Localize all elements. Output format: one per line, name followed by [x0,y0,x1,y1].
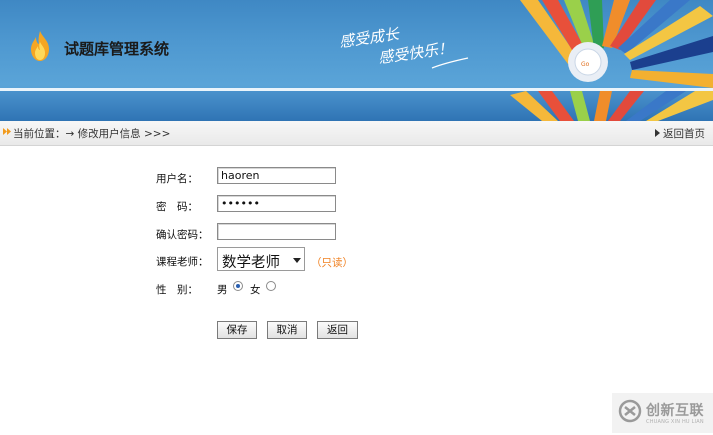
breadcrumb-text: 当前位置：→ 修改用户信息 >>> [13,128,171,140]
course-teacher-value: 数学老师 [222,255,280,271]
colored-pencils-art: Go [510,0,713,121]
save-button[interactable]: 保存 [217,321,257,339]
course-teacher-label: 课程老师： [156,256,209,268]
breadcrumb: 当前位置：→ 修改用户信息 >>> 返回首页 [0,121,713,146]
username-label: 用户名： [156,173,198,185]
slogan-swoosh-icon [431,57,469,69]
app-title: 试题库管理系统 [64,40,170,58]
gender-label: 性 别： [156,284,198,296]
gender-male-radio[interactable] [233,281,243,291]
gender-female-radio[interactable] [266,281,276,291]
double-arrow-icon [3,128,11,135]
confirm-password-label: 确认密码： [156,229,209,241]
gender-female-label: 女 [250,284,261,296]
triangle-right-icon [655,129,660,137]
brand-logo-icon [618,399,642,423]
back-button[interactable]: 返回 [317,321,358,339]
readonly-note: （只读） [311,257,353,269]
dropdown-arrow-icon [293,258,301,263]
watermark: 创新互联 CHUANG XIN HU LIAN [612,393,713,433]
back-home-link[interactable]: 返回首页 [663,126,705,141]
watermark-sub: CHUANG XIN HU LIAN [646,419,704,425]
header-banner: 试题库管理系统 感受成长 感受快乐！ Go [0,0,713,121]
confirm-password-input[interactable] [217,223,336,240]
password-label: 密 码： [156,201,198,213]
cancel-button[interactable]: 取消 [267,321,307,339]
course-teacher-select[interactable]: 数学老师 [217,247,305,271]
go-badge-text: Go [581,61,590,68]
gender-male-label: 男 [217,284,228,296]
username-input[interactable] [217,167,336,184]
password-input[interactable] [217,195,336,212]
flame-logo-icon [31,31,49,61]
watermark-brand: 创新互联 [646,403,704,419]
